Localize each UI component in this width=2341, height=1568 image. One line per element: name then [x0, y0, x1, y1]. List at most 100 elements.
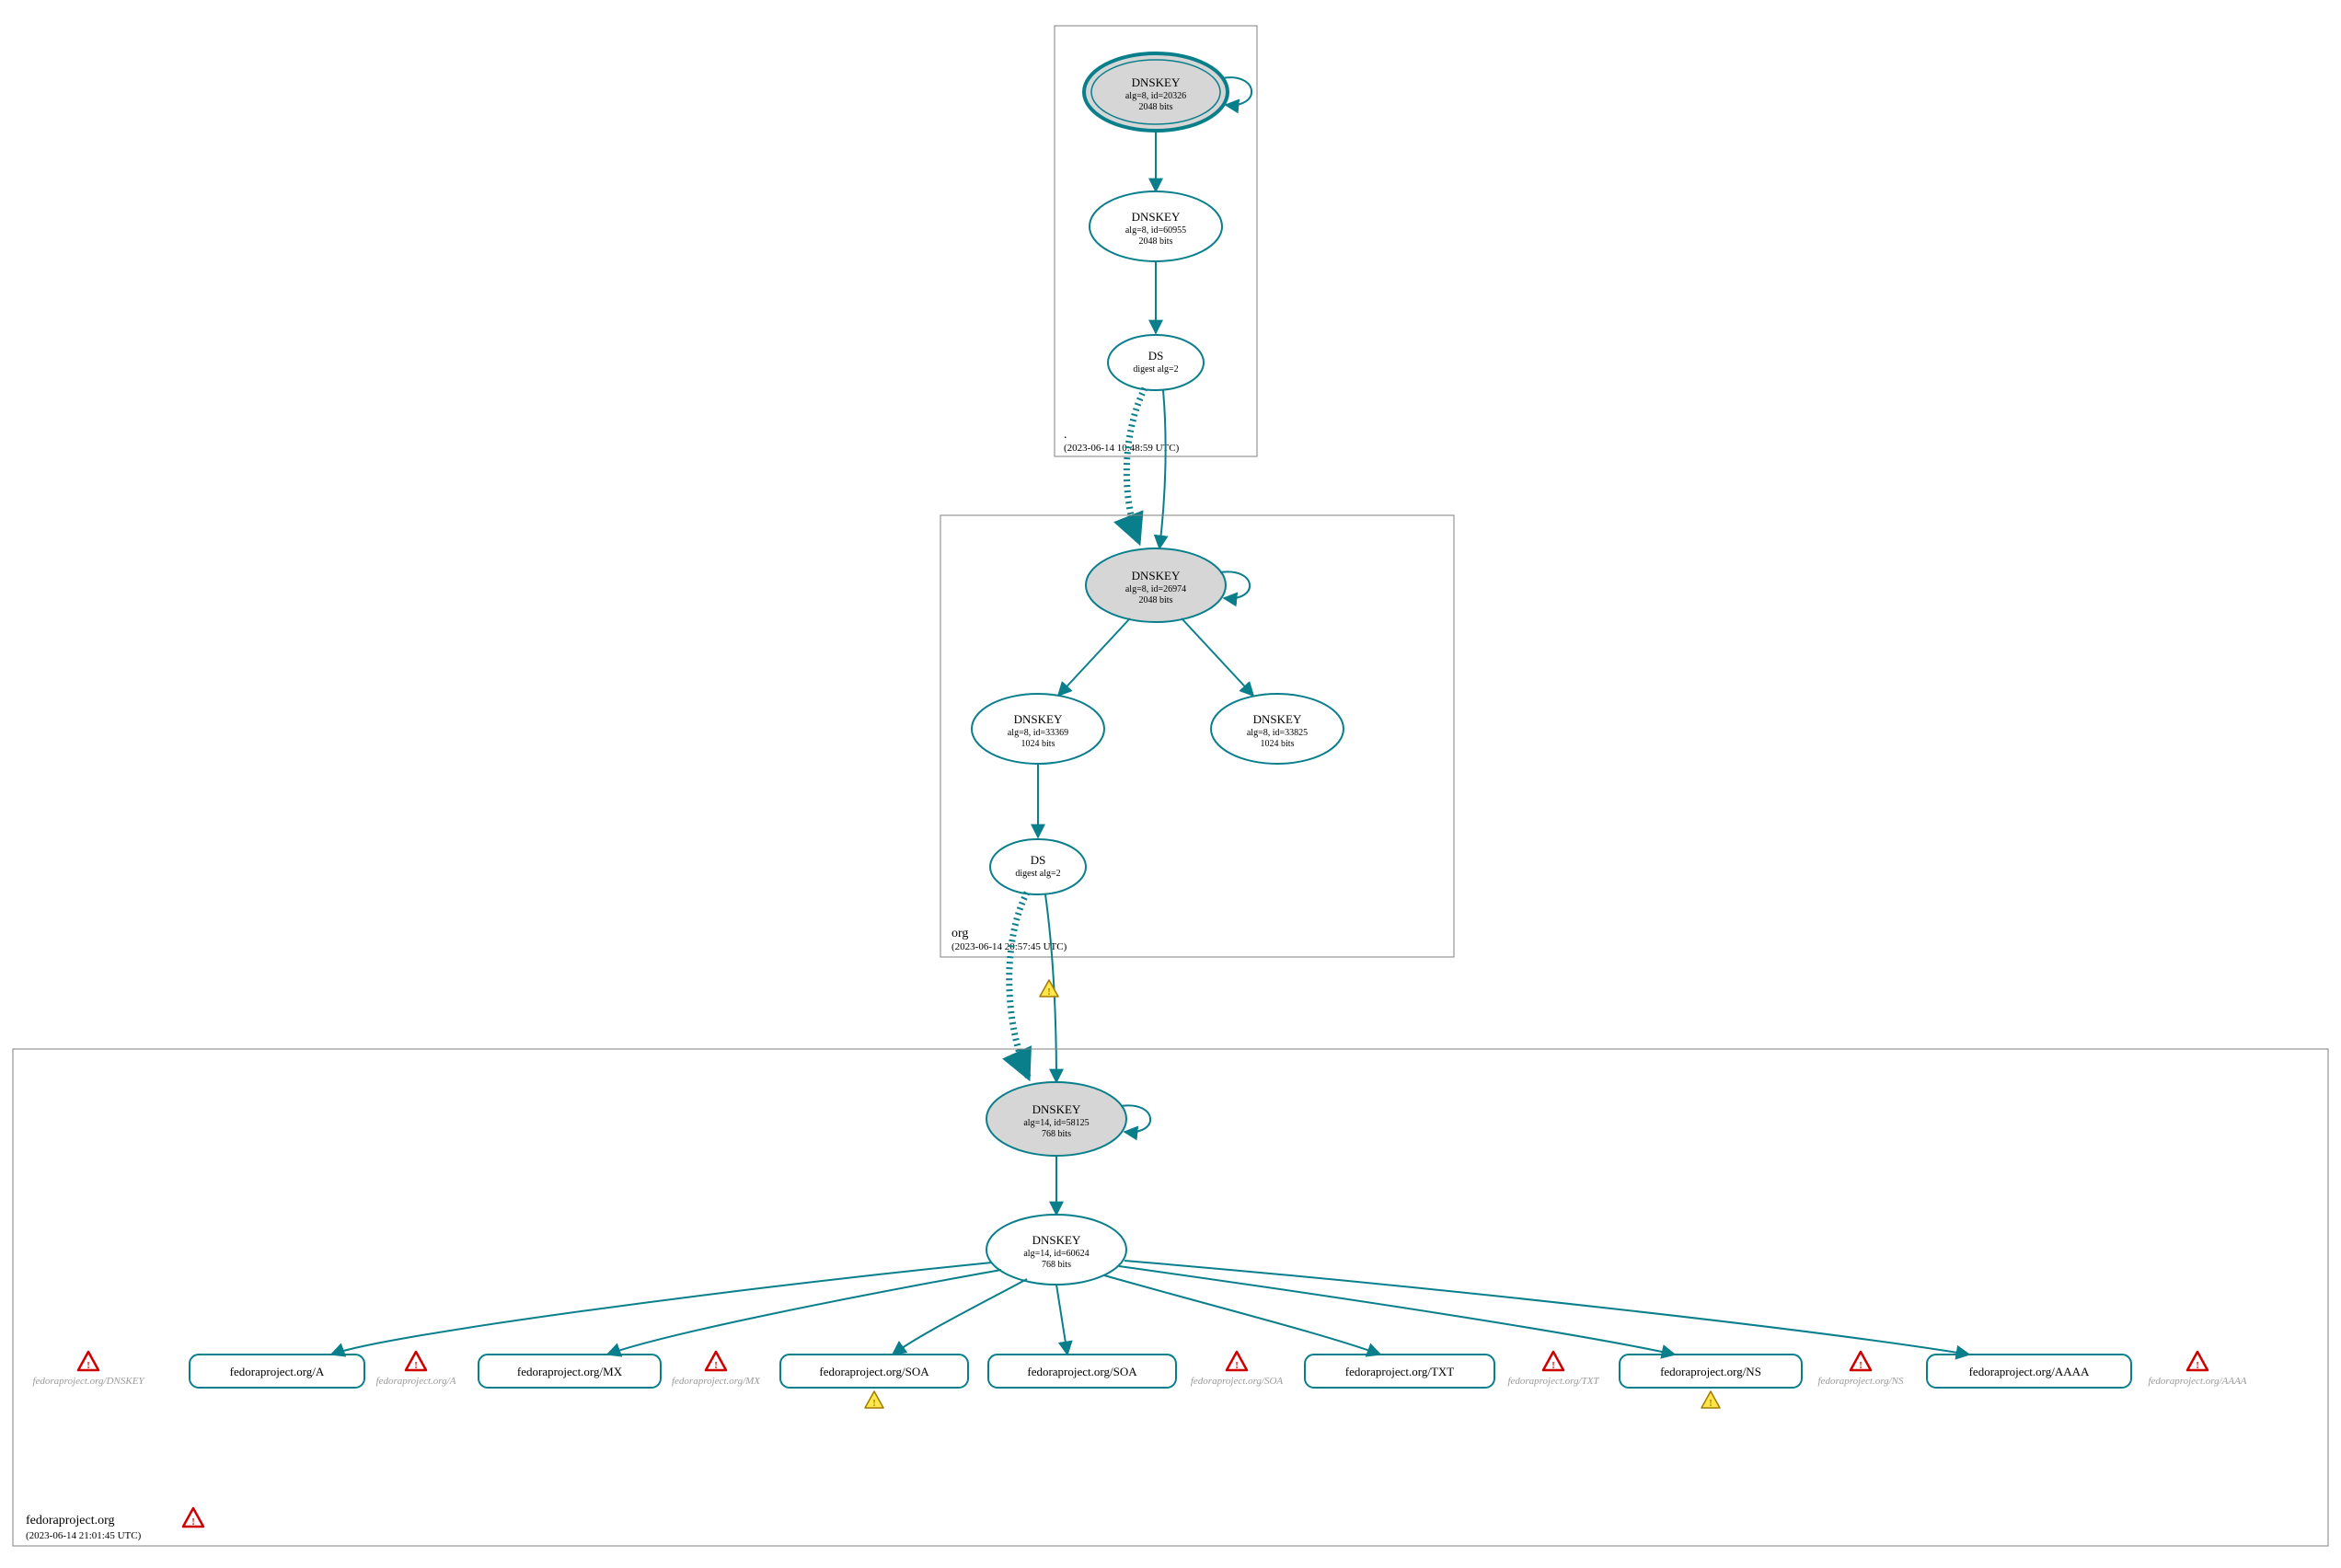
svg-text:DS: DS [1031, 853, 1046, 867]
zone-org-label: org [951, 927, 968, 940]
dnssec-graph: . (2023-06-14 10:48:59 UTC) DNSKEY alg=8… [0, 0, 2341, 1568]
svg-text:!: ! [872, 1399, 875, 1409]
svg-text:2048 bits: 2048 bits [1139, 236, 1173, 247]
gray-a: ! fedoraproject.org/A [376, 1352, 456, 1387]
svg-text:fedoraproject.org/NS: fedoraproject.org/NS [1818, 1376, 1904, 1387]
svg-text:DNSKEY: DNSKEY [1132, 210, 1181, 224]
error-icon: ! [406, 1352, 426, 1371]
gray-dnskey: ! fedoraproject.org/DNSKEY [32, 1352, 145, 1387]
gray-soa: ! fedoraproject.org/SOA [1191, 1352, 1284, 1387]
svg-text:fedoraproject.org/SOA: fedoraproject.org/SOA [1027, 1365, 1137, 1378]
node-org-ksk: DNSKEY alg=8, id=26974 2048 bits [1086, 548, 1250, 622]
zone-root-label: . [1064, 428, 1067, 442]
node-fedora-zsk: DNSKEY alg=14, id=60624 768 bits [986, 1215, 1126, 1285]
warning-icon: ! [865, 1391, 883, 1409]
svg-text:2048 bits: 2048 bits [1139, 102, 1173, 112]
svg-text:DNSKEY: DNSKEY [1132, 75, 1181, 89]
warning-icon: ! [1701, 1391, 1720, 1409]
zone-root-time: (2023-06-14 10:48:59 UTC) [1064, 443, 1180, 454]
node-fedora-ksk: DNSKEY alg=14, id=58125 768 bits [986, 1082, 1150, 1156]
svg-text:!: ! [1709, 1399, 1712, 1409]
svg-text:768 bits: 768 bits [1042, 1129, 1071, 1139]
svg-text:fedoraproject.org/MX: fedoraproject.org/MX [672, 1376, 761, 1387]
rrset-a: fedoraproject.org/A [190, 1355, 364, 1388]
svg-text:alg=8, id=33369: alg=8, id=33369 [1008, 728, 1068, 738]
edge [1058, 618, 1130, 696]
svg-text:fedoraproject.org/TXT: fedoraproject.org/TXT [1345, 1365, 1455, 1378]
gray-mx: ! fedoraproject.org/MX [672, 1352, 761, 1387]
svg-text:fedoraproject.org/SOA: fedoraproject.org/SOA [1191, 1376, 1284, 1387]
edge-dashed [1009, 893, 1029, 1078]
svg-text:fedoraproject.org/TXT: fedoraproject.org/TXT [1507, 1376, 1599, 1387]
error-icon: ! [1227, 1352, 1247, 1371]
svg-text:fedoraproject.org/A: fedoraproject.org/A [230, 1365, 325, 1378]
svg-text:!: ! [191, 1517, 194, 1528]
svg-text:1024 bits: 1024 bits [1261, 739, 1295, 749]
svg-text:alg=8, id=33825: alg=8, id=33825 [1247, 728, 1308, 738]
svg-text:fedoraproject.org/NS: fedoraproject.org/NS [1660, 1365, 1761, 1378]
svg-text:DNSKEY: DNSKEY [1253, 712, 1302, 726]
svg-text:!: ! [1551, 1361, 1554, 1371]
node-root-ksk: DNSKEY alg=8, id=20326 2048 bits [1084, 53, 1251, 131]
edge [1119, 1266, 1675, 1355]
error-icon: ! [78, 1352, 98, 1371]
svg-text:digest alg=2: digest alg=2 [1015, 869, 1060, 879]
svg-text:!: ! [714, 1361, 717, 1371]
error-icon: ! [2187, 1352, 2208, 1371]
edge [1124, 1261, 1969, 1355]
svg-text:fedoraproject.org/SOA: fedoraproject.org/SOA [819, 1365, 929, 1378]
edge [1104, 1275, 1380, 1355]
node-org-ds: DS digest alg=2 [990, 839, 1086, 894]
svg-text:alg=8, id=60955: alg=8, id=60955 [1125, 225, 1186, 236]
svg-text:DNSKEY: DNSKEY [1032, 1102, 1081, 1116]
svg-text:!: ! [2196, 1361, 2198, 1371]
gray-txt: ! fedoraproject.org/TXT [1507, 1352, 1599, 1387]
zone-fedora-label: fedoraproject.org [26, 1514, 115, 1528]
svg-text:DNSKEY: DNSKEY [1014, 712, 1063, 726]
svg-text:alg=8, id=20326: alg=8, id=20326 [1125, 91, 1186, 101]
rrset-mx: fedoraproject.org/MX [479, 1355, 661, 1388]
node-root-ds: DS digest alg=2 [1108, 335, 1204, 390]
svg-text:fedoraproject.org/A: fedoraproject.org/A [376, 1376, 456, 1387]
svg-text:768 bits: 768 bits [1042, 1260, 1071, 1270]
svg-text:alg=14, id=58125: alg=14, id=58125 [1023, 1118, 1089, 1128]
svg-text:alg=8, id=26974: alg=8, id=26974 [1125, 584, 1186, 594]
svg-text:1024 bits: 1024 bits [1021, 739, 1055, 749]
node-org-zsk1: DNSKEY alg=8, id=33369 1024 bits [972, 694, 1104, 764]
svg-text:2048 bits: 2048 bits [1139, 595, 1173, 605]
edge [1159, 390, 1166, 548]
rrset-ns: fedoraproject.org/NS ! [1620, 1355, 1802, 1409]
svg-text:DNSKEY: DNSKEY [1132, 569, 1181, 582]
edge [1056, 1285, 1067, 1355]
error-icon: ! [706, 1352, 726, 1371]
svg-text:!: ! [414, 1361, 417, 1371]
svg-text:DNSKEY: DNSKEY [1032, 1233, 1081, 1247]
svg-text:!: ! [1235, 1361, 1238, 1371]
svg-text:!: ! [1047, 987, 1050, 997]
node-org-zsk2: DNSKEY alg=8, id=33825 1024 bits [1211, 694, 1343, 764]
rrset-soa-1: fedoraproject.org/SOA ! [780, 1355, 968, 1409]
edge-dashed [1126, 388, 1145, 543]
error-icon: ! [183, 1508, 203, 1528]
svg-text:alg=14, id=60624: alg=14, id=60624 [1023, 1249, 1089, 1259]
svg-text:!: ! [86, 1361, 89, 1371]
rrset-txt: fedoraproject.org/TXT [1305, 1355, 1494, 1388]
rrset-aaaa: fedoraproject.org/AAAA [1927, 1355, 2131, 1388]
svg-text:fedoraproject.org/MX: fedoraproject.org/MX [517, 1365, 623, 1378]
svg-text:DS: DS [1148, 349, 1164, 363]
svg-text:digest alg=2: digest alg=2 [1133, 364, 1178, 375]
svg-text:fedoraproject.org/AAAA: fedoraproject.org/AAAA [1969, 1365, 2090, 1378]
warning-icon: ! [1040, 980, 1058, 997]
edge [331, 1262, 992, 1355]
svg-text:!: ! [1859, 1361, 1862, 1371]
error-icon: ! [1851, 1352, 1871, 1371]
edge [1182, 618, 1253, 696]
zone-fedora-time: (2023-06-14 21:01:45 UTC) [26, 1530, 142, 1541]
svg-text:fedoraproject.org/DNSKEY: fedoraproject.org/DNSKEY [32, 1376, 145, 1387]
edge [893, 1279, 1027, 1355]
error-icon: ! [1543, 1352, 1563, 1371]
gray-ns: ! fedoraproject.org/NS [1818, 1352, 1904, 1387]
gray-aaaa: ! fedoraproject.org/AAAA [2148, 1352, 2246, 1387]
rrset-soa-2: fedoraproject.org/SOA [988, 1355, 1176, 1388]
node-root-zsk: DNSKEY alg=8, id=60955 2048 bits [1090, 191, 1222, 261]
